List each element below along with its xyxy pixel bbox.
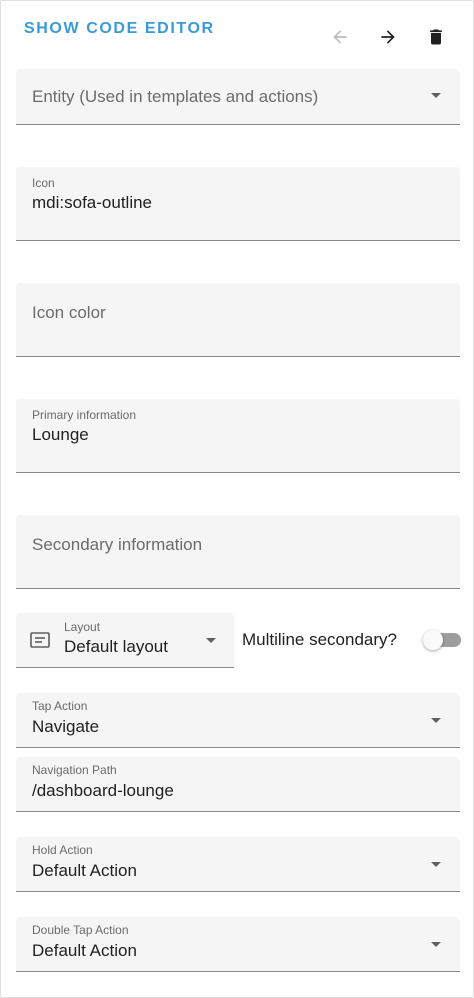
arrow-right-icon[interactable]: [374, 23, 402, 51]
icon-value: mdi:sofa-outline: [32, 193, 153, 212]
layout-label: Layout: [64, 620, 101, 634]
hold-action-select[interactable]: Hold Action Default Action: [16, 837, 460, 892]
double-tap-action-label: Double Tap Action: [32, 923, 129, 937]
multiline-secondary-label: Multiline secondary?: [242, 630, 397, 649]
layout-value: Default layout: [64, 637, 168, 656]
double-tap-action-select[interactable]: Double Tap Action Default Action: [16, 917, 460, 972]
double-tap-action-value: Default Action: [32, 941, 137, 960]
chevron-down-icon: [206, 638, 216, 643]
layout-select[interactable]: Layout Default layout: [16, 613, 234, 668]
navigation-path-value: /dashboard-lounge: [32, 781, 174, 800]
chevron-down-icon: [431, 718, 441, 723]
primary-information-label: Primary information: [32, 408, 137, 422]
icon-field[interactable]: Icon mdi:sofa-outline: [16, 167, 460, 241]
secondary-information-label: Secondary information: [32, 535, 203, 554]
entity-label: Entity (Used in templates and actions): [32, 87, 319, 106]
navigation-path-label: Navigation Path: [32, 763, 117, 777]
icon-color-field[interactable]: Icon color: [16, 283, 460, 357]
icon-label: Icon: [32, 176, 55, 190]
primary-information-field[interactable]: Primary information Lounge: [16, 399, 460, 473]
tap-action-value: Navigate: [32, 717, 100, 736]
entity-select[interactable]: Entity (Used in templates and actions): [16, 69, 460, 125]
icon-color-label: Icon color: [32, 303, 106, 322]
multiline-secondary-switch-thumb[interactable]: [423, 630, 443, 650]
trash-icon[interactable]: [422, 23, 450, 51]
chevron-down-icon: [431, 942, 441, 947]
primary-information-value: Lounge: [32, 425, 89, 444]
arrow-left-icon[interactable]: [326, 23, 354, 51]
hold-action-value: Default Action: [32, 861, 137, 880]
tap-action-label: Tap Action: [32, 699, 88, 713]
editor-toolbar: SHOW CODE EDITOR: [1, 1, 473, 69]
chevron-down-icon: [431, 93, 441, 98]
tap-action-select[interactable]: Tap Action Navigate: [16, 693, 460, 748]
show-code-editor-button[interactable]: SHOW CODE EDITOR: [24, 20, 215, 38]
hold-action-label: Hold Action: [32, 843, 93, 857]
layout-list-icon: [30, 632, 50, 653]
chevron-down-icon: [431, 862, 441, 867]
secondary-information-field[interactable]: Secondary information: [16, 515, 460, 589]
card-editor: SHOW CODE EDITOR Entity (Used in templat…: [0, 0, 474, 998]
navigation-path-field[interactable]: Navigation Path /dashboard-lounge: [16, 757, 460, 812]
